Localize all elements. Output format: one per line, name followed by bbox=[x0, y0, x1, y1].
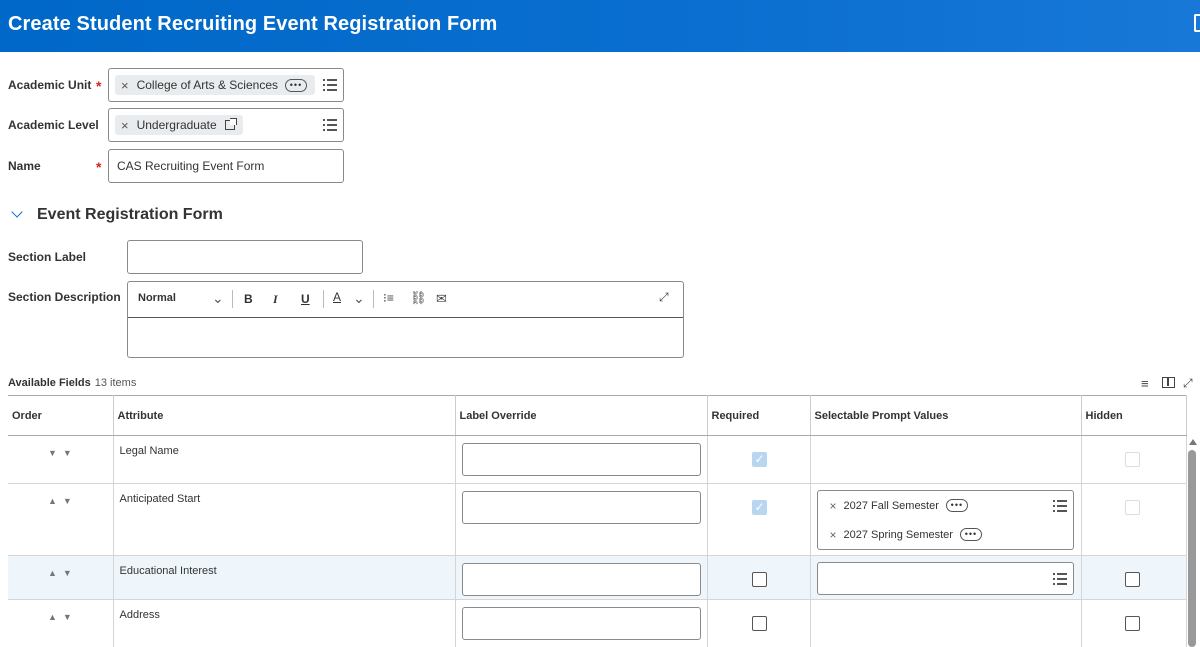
editor-toolbar: Normal ⌄ B I U A ⌄ ⁝≡ ⛓ ✉ ⤢ bbox=[128, 282, 683, 318]
column-header-order[interactable]: Order bbox=[8, 395, 114, 436]
table-row: ▼▼ Legal Name bbox=[8, 435, 1187, 484]
academic-unit-label: Academic Unit bbox=[8, 78, 92, 92]
fullscreen-icon[interactable]: ⤢ bbox=[1183, 376, 1193, 391]
academic-level-field[interactable]: × Undergraduate bbox=[108, 108, 344, 142]
prompt-values-field[interactable]: × 2027 Fall Semester ••• × 2027 Spring S… bbox=[816, 490, 1074, 550]
font-color-button[interactable]: A bbox=[333, 290, 341, 304]
scrollbar-thumb[interactable] bbox=[1188, 450, 1196, 647]
available-fields-table: Order Attribute Label Override Required … bbox=[8, 395, 1187, 647]
name-input[interactable]: CAS Recruiting Event Form bbox=[108, 149, 344, 183]
required-checkbox[interactable] bbox=[751, 452, 767, 467]
academic-level-value: Undergraduate bbox=[136, 118, 217, 132]
prompt-values-field[interactable] bbox=[816, 562, 1074, 595]
related-actions-icon[interactable]: ••• bbox=[285, 78, 307, 92]
hidden-checkbox[interactable] bbox=[1124, 616, 1140, 631]
email-icon[interactable]: ✉ bbox=[436, 291, 447, 307]
scroll-up-icon[interactable] bbox=[1189, 439, 1197, 445]
move-arrows-icon[interactable]: ▲▼ bbox=[48, 568, 78, 578]
academic-level-label: Academic Level bbox=[8, 118, 99, 132]
chevron-down-icon[interactable]: ⌄ bbox=[353, 290, 365, 307]
label-override-input[interactable] bbox=[461, 563, 701, 596]
grid-title: Available Fields 13 items bbox=[8, 377, 137, 389]
underline-button[interactable]: U bbox=[301, 292, 310, 306]
page-header: Create Student Recruiting Event Registra… bbox=[0, 0, 1200, 52]
column-header-hidden[interactable]: Hidden bbox=[1081, 395, 1187, 436]
text-style-select[interactable]: Normal bbox=[138, 292, 176, 304]
move-arrows-icon[interactable]: ▼▼ bbox=[48, 448, 78, 458]
required-indicator: * bbox=[96, 159, 102, 175]
header-action-icon[interactable] bbox=[1194, 14, 1200, 32]
hidden-checkbox[interactable] bbox=[1124, 500, 1140, 515]
section-description-editor[interactable]: Normal ⌄ B I U A ⌄ ⁝≡ ⛓ ✉ ⤢ bbox=[127, 281, 684, 358]
prompt-list-icon[interactable] bbox=[1052, 573, 1067, 585]
link-icon[interactable]: ⛓ bbox=[410, 290, 427, 306]
collapse-chevron-icon[interactable] bbox=[11, 206, 23, 218]
prompt-value-item: × 2027 Spring Semester ••• bbox=[818, 520, 1073, 549]
attribute-name: Anticipated Start bbox=[119, 493, 201, 505]
required-checkbox[interactable] bbox=[751, 616, 767, 631]
academic-level-pill: × Undergraduate bbox=[115, 115, 243, 135]
move-arrows-icon[interactable]: ▲▼ bbox=[48, 496, 78, 506]
label-override-input[interactable] bbox=[461, 491, 701, 524]
hidden-checkbox[interactable] bbox=[1124, 452, 1140, 467]
section-description-label: Section Description bbox=[8, 290, 121, 304]
remove-icon[interactable]: × bbox=[121, 78, 129, 93]
remove-icon[interactable]: × bbox=[830, 499, 837, 513]
move-arrows-icon[interactable]: ▲▼ bbox=[48, 612, 78, 622]
grid-count: 13 items bbox=[94, 377, 137, 389]
column-header-required[interactable]: Required bbox=[707, 395, 811, 436]
name-value: CAS Recruiting Event Form bbox=[117, 159, 265, 173]
chevron-down-icon[interactable]: ⌄ bbox=[212, 290, 224, 307]
prompt-list-icon[interactable] bbox=[323, 79, 337, 91]
filter-icon[interactable]: ≡ bbox=[1141, 376, 1149, 391]
column-header-label-override[interactable]: Label Override bbox=[455, 395, 708, 436]
remove-icon[interactable]: × bbox=[121, 118, 129, 133]
italic-button[interactable]: I bbox=[273, 292, 278, 307]
section-label-input[interactable] bbox=[127, 240, 363, 274]
academic-unit-value: College of Arts & Sciences bbox=[136, 78, 278, 92]
column-header-prompt-values[interactable]: Selectable Prompt Values bbox=[810, 395, 1082, 436]
section-label-label: Section Label bbox=[8, 250, 87, 264]
prompt-list-icon[interactable] bbox=[323, 119, 337, 131]
bullet-list-icon[interactable]: ⁝≡ bbox=[383, 291, 394, 305]
bold-button[interactable]: B bbox=[244, 292, 253, 306]
name-label: Name bbox=[8, 159, 41, 173]
table-scrollbar[interactable] bbox=[1186, 436, 1200, 647]
attribute-name: Address bbox=[119, 609, 160, 621]
academic-unit-field[interactable]: × College of Arts & Sciences ••• bbox=[108, 68, 344, 102]
prompt-list-icon[interactable] bbox=[1052, 500, 1067, 512]
academic-unit-pill: × College of Arts & Sciences ••• bbox=[115, 75, 315, 95]
page-title: Create Student Recruiting Event Registra… bbox=[8, 13, 498, 35]
external-link-icon[interactable] bbox=[224, 118, 237, 130]
hidden-checkbox[interactable] bbox=[1124, 572, 1140, 587]
related-actions-icon[interactable]: ••• bbox=[945, 499, 968, 512]
remove-icon[interactable]: × bbox=[830, 528, 837, 542]
column-layout-icon[interactable] bbox=[1162, 377, 1175, 388]
prompt-value-item: × 2027 Fall Semester ••• bbox=[818, 491, 1073, 520]
required-checkbox[interactable] bbox=[751, 572, 767, 587]
attribute-name: Educational Interest bbox=[119, 565, 217, 577]
table-row: ▲▼ Educational Interest bbox=[8, 555, 1187, 600]
table-row: ▲▼ Anticipated Start × 2027 Fall Semeste… bbox=[8, 483, 1187, 556]
column-header-attribute[interactable]: Attribute bbox=[113, 395, 456, 436]
table-header-row: Order Attribute Label Override Required … bbox=[8, 395, 1187, 436]
required-indicator: * bbox=[96, 78, 102, 94]
section-title: Event Registration Form bbox=[37, 206, 223, 223]
attribute-name: Legal Name bbox=[119, 445, 179, 457]
label-override-input[interactable] bbox=[461, 607, 701, 640]
table-row: ▲▼ Address bbox=[8, 599, 1187, 647]
label-override-input[interactable] bbox=[461, 443, 701, 476]
required-checkbox[interactable] bbox=[751, 500, 767, 515]
expand-icon[interactable]: ⤢ bbox=[659, 290, 669, 305]
related-actions-icon[interactable]: ••• bbox=[959, 528, 982, 541]
